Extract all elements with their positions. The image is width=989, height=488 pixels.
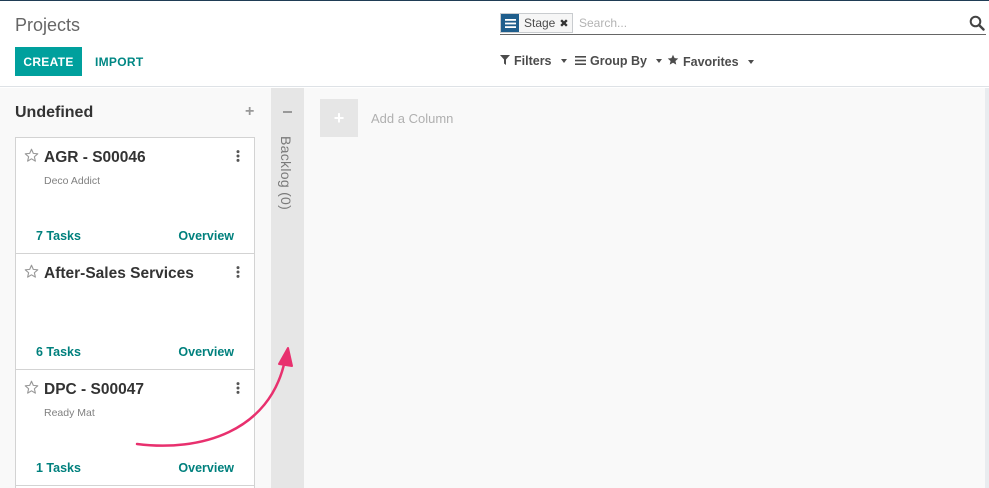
project-name: AGR - S00046 [44, 149, 146, 166]
project-customer: Deco Addict [44, 175, 101, 187]
star-outline-icon[interactable] [24, 148, 39, 163]
favorites-dropdown[interactable]: Favorites [667, 54, 754, 69]
search-icon[interactable] [969, 15, 985, 31]
folded-column-label: Backlog (0) [278, 136, 294, 211]
tasks-link[interactable]: 6 Tasks [36, 345, 81, 359]
project-card[interactable]: After-Sales Services 6 Tasks Overview [15, 253, 255, 370]
filters-dropdown[interactable]: Filters [500, 54, 567, 68]
project-name: DPC - S00047 [44, 381, 144, 398]
chevron-down-icon [560, 59, 567, 63]
tasks-link[interactable]: 1 Tasks [36, 461, 81, 475]
star-outline-icon[interactable] [24, 380, 39, 395]
kanban-view: Undefined + AGR - S00046 Deco Addict 7 T… [0, 88, 989, 488]
project-name: After-Sales Services [44, 265, 194, 282]
overview-link[interactable]: Overview [178, 229, 234, 243]
favorites-label: Favorites [683, 54, 739, 69]
quick-add-icon[interactable]: + [245, 103, 254, 121]
kebab-menu-icon[interactable] [236, 265, 240, 278]
search-bar: Stage ✖ [500, 12, 986, 35]
folded-column-backlog[interactable]: Backlog (0) [271, 88, 304, 488]
filters-label: Filters [514, 54, 552, 68]
column-title: Undefined [15, 104, 94, 121]
control-panel: Projects CREATE IMPORT Stage ✖ Filters G… [0, 1, 989, 87]
group-by-icon [501, 14, 519, 32]
groupby-dropdown[interactable]: Group By [575, 54, 662, 68]
search-input[interactable] [579, 14, 959, 32]
project-card[interactable]: AGR - S00046 Deco Addict 7 Tasks Overvie… [15, 137, 255, 254]
overview-link[interactable]: Overview [178, 345, 234, 359]
import-button[interactable]: IMPORT [95, 47, 143, 76]
chevron-down-icon [655, 59, 662, 63]
star-outline-icon[interactable] [24, 264, 39, 279]
kanban-column-undefined: Undefined + AGR - S00046 Deco Addict 7 T… [0, 88, 270, 488]
filter-icon [500, 54, 510, 68]
add-column-button[interactable]: + [320, 99, 358, 137]
create-button[interactable]: CREATE [15, 47, 82, 76]
page-title: Projects [15, 15, 81, 35]
tasks-link[interactable]: 7 Tasks [36, 229, 81, 243]
groupby-label: Group By [590, 54, 647, 68]
scrollbar-edge [985, 88, 989, 488]
kebab-menu-icon[interactable] [236, 149, 240, 162]
chevron-down-icon [747, 59, 754, 64]
kebab-menu-icon[interactable] [236, 381, 240, 394]
list-icon [575, 54, 586, 68]
minus-icon [283, 111, 292, 113]
search-facet-value: Stage [524, 16, 556, 30]
star-icon [667, 54, 679, 69]
add-column-label[interactable]: Add a Column [371, 111, 453, 126]
project-card[interactable]: DPC - S00047 Ready Mat 1 Tasks Overview [15, 369, 255, 486]
facet-remove-icon[interactable]: ✖ [559, 14, 571, 32]
project-customer: Ready Mat [44, 407, 95, 419]
search-facet-stage[interactable]: Stage ✖ [500, 13, 573, 33]
overview-link[interactable]: Overview [178, 461, 234, 475]
